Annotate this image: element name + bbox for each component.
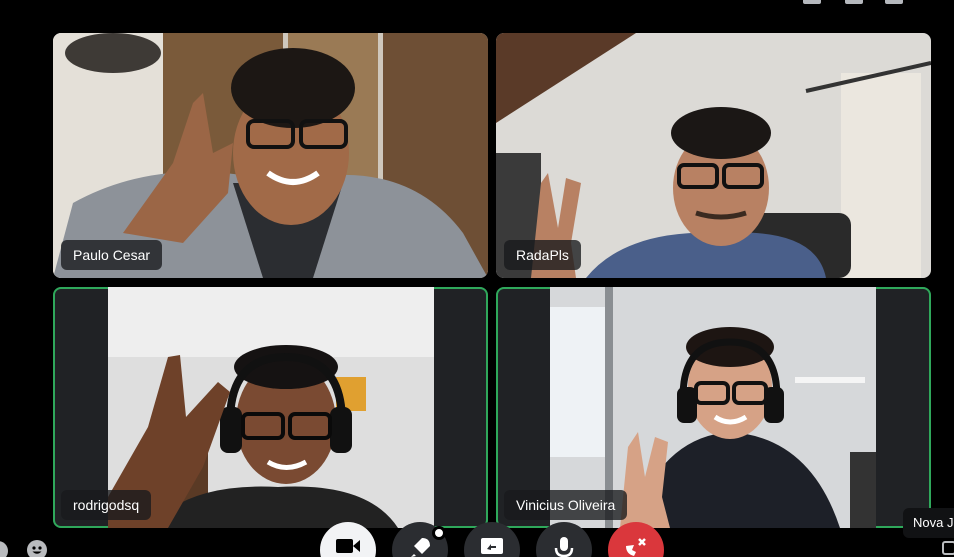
notification-dot — [432, 526, 446, 540]
participant-name: Vinicius Oliveira — [504, 490, 628, 520]
video-camera-icon — [336, 539, 360, 553]
popout-icon[interactable] — [885, 0, 903, 4]
video-tile[interactable]: rodrigodsq — [53, 287, 488, 528]
tooltip: Nova J — [903, 508, 954, 538]
rocket-icon — [411, 538, 430, 557]
disconnect-icon — [626, 538, 646, 556]
video-tile[interactable]: Vinicius Oliveira — [496, 287, 931, 528]
grid-layout-icon[interactable] — [845, 0, 863, 4]
video-tile[interactable]: Paulo Cesar — [53, 33, 488, 278]
participant-name: rodrigodsq — [61, 490, 152, 520]
participant-name: Paulo Cesar — [61, 240, 163, 270]
list-icon[interactable] — [803, 0, 821, 4]
emoji-face-icon — [28, 541, 46, 557]
emoji-icon[interactable] — [27, 540, 47, 557]
participant-name: RadaPls — [504, 240, 581, 270]
screen-share-icon — [481, 538, 503, 554]
microphone-icon — [554, 537, 574, 557]
participant-video — [108, 287, 434, 528]
chevron-icon[interactable] — [0, 541, 8, 557]
video-tile[interactable]: RadaPls — [496, 33, 931, 278]
expand-icon[interactable] — [942, 541, 954, 555]
video-call-stage: Paulo Cesar RadaPls rodrigodsq Vinicius … — [0, 0, 954, 557]
